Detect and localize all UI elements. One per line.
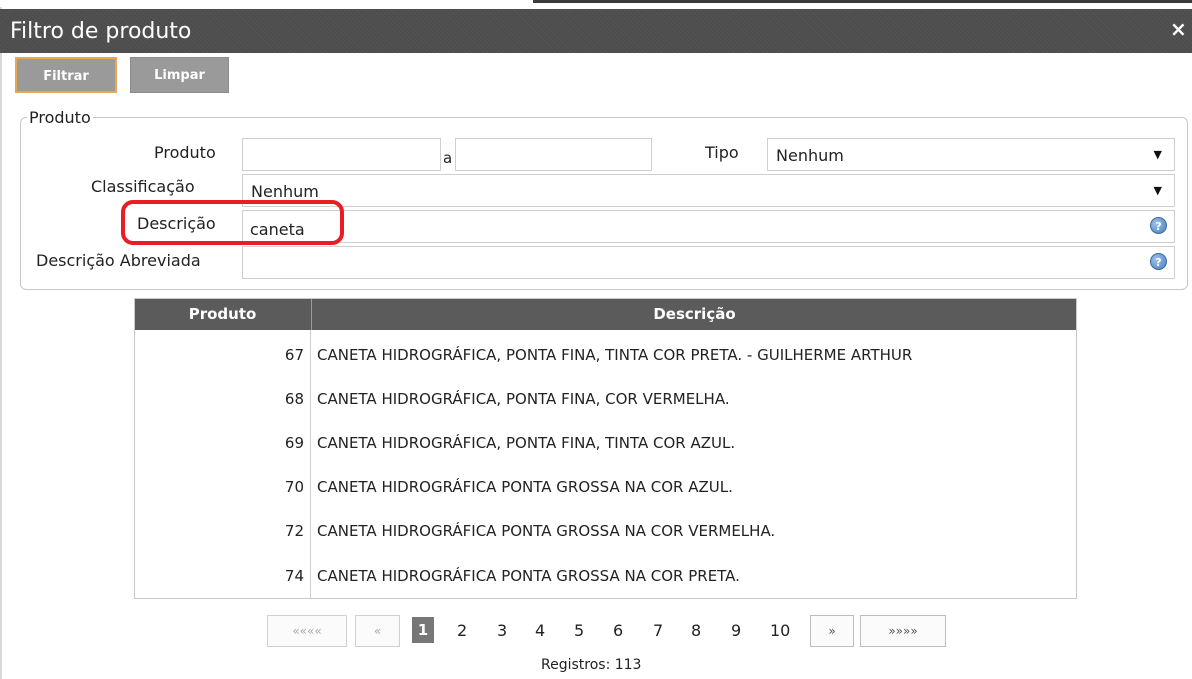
cell-descricao: CANETA HIDROGRÁFICA PONTA GROSSA NA COR … (317, 478, 733, 496)
descricao-abreviada-input[interactable] (242, 246, 1175, 279)
prev-page-button[interactable]: « (355, 615, 400, 647)
cell-descricao: CANETA HIDROGRÁFICA, PONTA FINA, TINTA C… (317, 434, 736, 452)
descricao-input[interactable] (242, 210, 1175, 243)
cell-produto: 67 (284, 346, 304, 364)
classificacao-select-value: Nenhum (251, 182, 319, 201)
dialog-titlebar: Filtro de produto × (0, 9, 1192, 53)
cell-produto: 68 (284, 390, 304, 408)
chevron-down-icon: ▼ (1153, 184, 1162, 197)
page-3-link[interactable]: 3 (497, 621, 507, 640)
page-5-link[interactable]: 5 (574, 621, 584, 640)
page-9-link[interactable]: 9 (731, 621, 741, 640)
tipo-select[interactable]: Nenhum ▼ (767, 138, 1175, 171)
table-row[interactable]: 69 CANETA HIDROGRÁFICA, PONTA FINA, TINT… (135, 425, 1076, 461)
table-row[interactable]: 68 CANETA HIDROGRÁFICA, PONTA FINA, COR … (135, 381, 1076, 417)
records-count: Registros: 113 (541, 657, 642, 673)
cell-produto: 69 (284, 434, 304, 452)
column-header-produto[interactable]: Produto (135, 299, 310, 330)
produto-to-input[interactable] (455, 138, 652, 171)
page-4-link[interactable]: 4 (535, 621, 545, 640)
produto-label: Produto (154, 143, 216, 162)
table-row[interactable]: 70 CANETA HIDROGRÁFICA PONTA GROSSA NA C… (135, 469, 1076, 505)
close-icon[interactable]: × (1170, 17, 1187, 41)
clear-button[interactable]: Limpar (130, 57, 229, 93)
table-header: Produto Descrição (135, 299, 1076, 330)
last-page-button[interactable]: »»»» (860, 615, 946, 647)
top-border-line (533, 0, 1192, 3)
tipo-select-value: Nenhum (776, 146, 844, 165)
first-page-button[interactable]: «««« (267, 615, 347, 647)
table-row[interactable]: 74 CANETA HIDROGRÁFICA PONTA GROSSA NA C… (135, 558, 1076, 594)
cell-descricao: CANETA HIDROGRÁFICA PONTA GROSSA NA COR … (317, 567, 740, 585)
cell-produto: 72 (284, 522, 304, 540)
classificacao-label: Classificação (91, 177, 195, 196)
help-icon[interactable]: ? (1150, 217, 1167, 234)
page-8-link[interactable]: 8 (691, 621, 701, 640)
help-icon[interactable]: ? (1150, 253, 1167, 270)
chevron-down-icon: ▼ (1153, 148, 1162, 161)
cell-produto: 70 (284, 478, 304, 496)
table-row[interactable]: 67 CANETA HIDROGRÁFICA, PONTA FINA, TINT… (135, 337, 1076, 373)
produto-from-input[interactable] (242, 138, 441, 171)
page-2-link[interactable]: 2 (457, 621, 467, 640)
produto-range-separator: a (443, 149, 453, 167)
results-table: Produto Descrição 67 CANETA HIDROGRÁFICA… (134, 298, 1077, 599)
group-legend: Produto (29, 108, 91, 127)
column-header-descricao[interactable]: Descrição (311, 299, 1077, 330)
page-6-link[interactable]: 6 (613, 621, 623, 640)
classificacao-select[interactable]: Nenhum ▼ (242, 174, 1175, 207)
left-border-line (0, 7, 2, 679)
cell-descricao: CANETA HIDROGRÁFICA, PONTA FINA, TINTA C… (317, 346, 913, 364)
annotation-highlight (121, 200, 344, 245)
cell-descricao: CANETA HIDROGRÁFICA, PONTA FINA, COR VER… (317, 390, 730, 408)
descricao-abreviada-label: Descrição Abreviada (36, 251, 201, 270)
table-row[interactable]: 72 CANETA HIDROGRÁFICA PONTA GROSSA NA C… (135, 513, 1076, 549)
next-page-button[interactable]: » (810, 615, 854, 647)
page-1-current[interactable]: 1 (412, 617, 434, 643)
filter-button[interactable]: Filtrar (15, 57, 117, 93)
page-7-link[interactable]: 7 (653, 621, 663, 640)
page-10-link[interactable]: 10 (770, 621, 790, 640)
cell-descricao: CANETA HIDROGRÁFICA PONTA GROSSA NA COR … (317, 522, 776, 540)
tipo-label: Tipo (705, 143, 739, 162)
cell-produto: 74 (284, 567, 304, 585)
dialog-title: Filtro de produto (10, 19, 192, 44)
